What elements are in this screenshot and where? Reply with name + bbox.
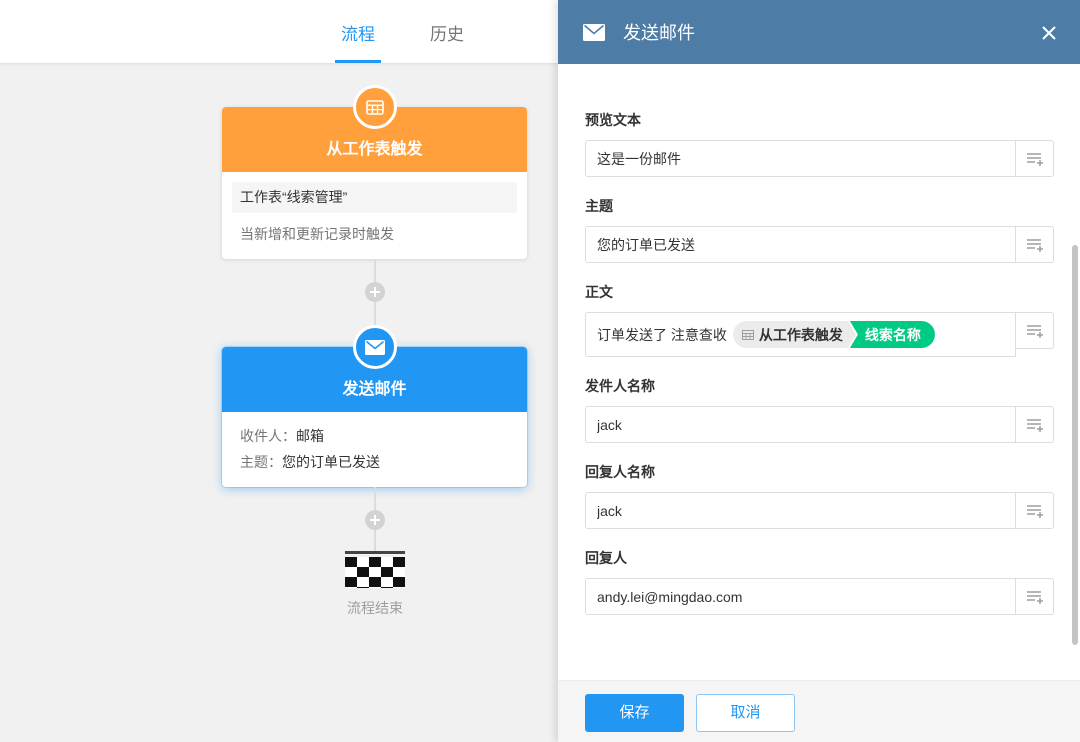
field-label: 预览文本	[585, 112, 641, 128]
insert-field-button[interactable]	[1016, 406, 1054, 443]
trigger-description: 当新增和更新记录时触发	[240, 226, 394, 242]
field-label: 主题	[585, 198, 613, 214]
insert-field-icon	[1026, 504, 1043, 518]
field-label: 发件人名称	[585, 378, 655, 394]
subject-label: 主题：	[240, 454, 282, 470]
field-body: 正文 订单发送了 注意查收 从工作表触发 线索名称	[585, 282, 1080, 357]
mail-icon	[583, 24, 605, 41]
insert-field-icon	[1026, 418, 1043, 432]
field-reply-to: 回复人	[585, 548, 1080, 615]
send-email-panel: 发送邮件 预览文本 主题	[558, 0, 1080, 742]
preview-text-input[interactable]	[585, 140, 1016, 177]
field-label: 回复人名称	[585, 464, 655, 480]
add-node-button[interactable]	[365, 510, 385, 530]
token-field-label: 线索名称	[849, 321, 935, 348]
field-subject: 主题	[585, 196, 1080, 263]
insert-field-icon	[1026, 324, 1043, 338]
mail-icon	[352, 325, 397, 369]
flow-end-label: 流程结束	[347, 600, 403, 616]
recipient-value: 邮箱	[296, 428, 324, 444]
panel-form: 预览文本 主题 正文 订单发送了 注意查收	[558, 64, 1080, 680]
email-recipient-line: 收件人：邮箱	[240, 423, 509, 449]
recipient-label: 收件人：	[240, 428, 296, 444]
trigger-node[interactable]: 从工作表触发 工作表“线索管理” 当新增和更新记录时触发	[222, 85, 527, 259]
view-tab-bar: 流程 历史	[0, 0, 558, 64]
body-editor[interactable]: 订单发送了 注意查收 从工作表触发 线索名称	[585, 312, 1016, 357]
panel-header: 发送邮件	[558, 0, 1080, 64]
field-sender-name: 发件人名称	[585, 376, 1080, 443]
table-icon	[352, 85, 397, 129]
tab-flow[interactable]: 流程	[328, 0, 388, 64]
close-icon	[1042, 26, 1056, 40]
reply-to-input[interactable]	[585, 578, 1016, 615]
body-text: 订单发送了 注意查收	[597, 326, 727, 343]
workflow-canvas: 流程 历史 从工作表触发 工作表“线索管理” 当新增和更新记录时触发 发送邮件 …	[0, 0, 558, 742]
active-tab-indicator	[335, 60, 381, 63]
plus-icon	[365, 510, 385, 530]
close-button[interactable]	[1035, 19, 1063, 47]
field-token[interactable]: 从工作表触发 线索名称	[733, 321, 935, 348]
insert-field-button[interactable]	[1016, 140, 1054, 177]
add-node-button[interactable]	[365, 282, 385, 302]
email-node-title: 发送邮件	[342, 381, 407, 398]
tab-history[interactable]: 历史	[417, 0, 477, 64]
trigger-node-title: 从工作表触发	[326, 141, 423, 158]
email-node-body: 收件人：邮箱 主题：您的订单已发送	[222, 412, 527, 475]
email-subject-line: 主题：您的订单已发送	[240, 449, 509, 475]
token-source-label: 从工作表触发	[758, 326, 843, 343]
panel-title: 发送邮件	[623, 23, 695, 43]
insert-field-button[interactable]	[1016, 226, 1054, 263]
checkered-flag-icon	[345, 551, 405, 588]
field-label: 正文	[585, 284, 613, 300]
field-preview-text: 预览文本	[585, 110, 1080, 177]
field-reply-name: 回复人名称	[585, 462, 1080, 529]
insert-field-button[interactable]	[1016, 312, 1054, 349]
insert-field-button[interactable]	[1016, 492, 1054, 529]
plus-icon	[365, 282, 385, 302]
insert-field-icon	[1026, 152, 1043, 166]
insert-field-icon	[1026, 238, 1043, 252]
field-label: 回复人	[585, 550, 627, 566]
reply-name-input[interactable]	[585, 492, 1016, 529]
cancel-button[interactable]: 取消	[696, 694, 795, 732]
sender-name-input[interactable]	[585, 406, 1016, 443]
panel-scrollbar[interactable]	[1072, 245, 1078, 645]
trigger-node-body: 工作表“线索管理” 当新增和更新记录时触发	[222, 172, 527, 259]
email-node[interactable]: 发送邮件 收件人：邮箱 主题：您的订单已发送	[222, 325, 527, 487]
insert-field-icon	[1026, 590, 1043, 604]
trigger-sheet: 工作表“线索管理”	[232, 182, 517, 213]
save-button[interactable]: 保存	[585, 694, 684, 732]
subject-input[interactable]	[585, 226, 1016, 263]
table-icon	[742, 330, 754, 340]
insert-field-button[interactable]	[1016, 578, 1054, 615]
token-source: 从工作表触发	[733, 321, 856, 348]
panel-footer: 保存 取消	[558, 680, 1080, 742]
subject-value: 您的订单已发送	[282, 454, 380, 470]
